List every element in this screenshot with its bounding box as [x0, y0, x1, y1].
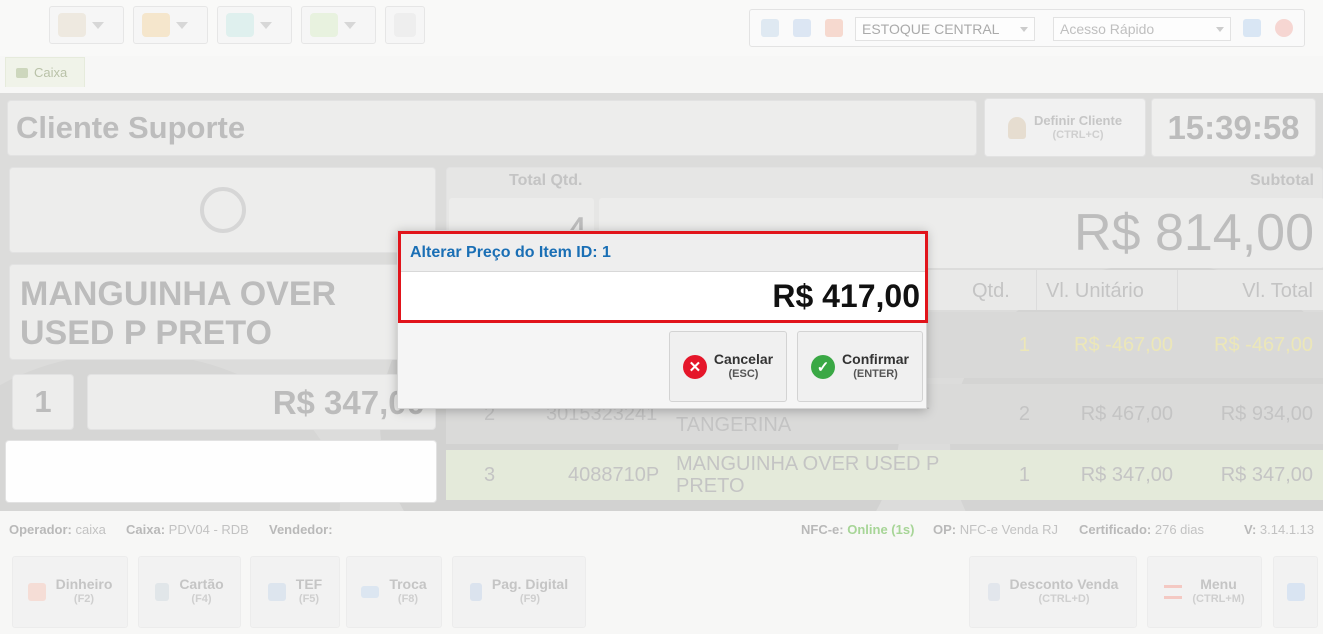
chevron-down-icon [176, 21, 188, 29]
tab-caixa[interactable]: Caixa [5, 57, 85, 87]
swap-arrows-icon [361, 586, 380, 598]
card-machine-icon [155, 583, 170, 601]
money-icon [27, 583, 46, 601]
chevron-down-icon [92, 21, 104, 29]
user-icon[interactable] [761, 19, 779, 37]
exchange-button[interactable]: Troca (F8) [346, 556, 442, 628]
nfce-status: Online (1s) [847, 521, 915, 537]
clock: 15:39:58 [1167, 108, 1300, 146]
presentation-icon [394, 13, 416, 37]
chevron-down-icon [1216, 26, 1224, 32]
check-icon: ✓ [811, 354, 836, 379]
clock-panel: 15:39:58 [1151, 98, 1316, 157]
digital-payment-button[interactable]: Pag. Digital (F9) [452, 556, 586, 628]
cart-icon [16, 67, 28, 78]
card-button[interactable]: Cartão (F4) [138, 556, 241, 628]
product-image-panel [9, 167, 436, 253]
finance-menu-button[interactable] [301, 6, 376, 44]
dialog-title: Alterar Preço do Item ID: 1 [401, 234, 925, 272]
table-row[interactable]: 3 4088710P MANGUINHA OVER USED P PRETO 1… [446, 450, 1323, 500]
hand-box-icon [310, 13, 338, 37]
info-icon[interactable] [1243, 19, 1261, 37]
cancel-button[interactable]: ✕ Cancelar (ESC) [669, 331, 787, 402]
change-price-dialog: Alterar Preço do Item ID: 1 R$ 417,00 ✕ … [397, 230, 928, 409]
cart-icon [226, 13, 254, 37]
box-icon [142, 13, 170, 37]
quick-access-select[interactable]: Acesso Rápido [1053, 17, 1231, 41]
product-info-box [5, 440, 437, 503]
subtotal: R$ 814,00 [1074, 204, 1314, 262]
customers-menu-button[interactable] [49, 6, 124, 44]
people-icon [58, 13, 86, 37]
client-name: Cliente Suporte [16, 110, 246, 145]
confirm-button[interactable]: ✓ Confirmar (ENTER) [797, 331, 923, 402]
client-name-panel: Cliente Suporte [7, 100, 977, 156]
close-icon: ✕ [682, 354, 707, 379]
discount-tag-icon [987, 583, 1000, 601]
alert-icon[interactable] [825, 19, 843, 37]
product-price-panel: R$ 347,00 [87, 374, 436, 430]
power-icon[interactable] [1275, 19, 1293, 37]
sales-menu-button[interactable] [217, 6, 292, 44]
product-qty-panel: 1 [12, 374, 74, 430]
person-icon [1007, 116, 1026, 139]
chevron-down-icon [260, 21, 272, 29]
hamburger-icon [1164, 585, 1183, 599]
quick-toolbar: ESTOQUE CENTRAL Acesso Rápido [749, 9, 1305, 47]
product-name: MANGUINHA OVER USED P PRETO [20, 275, 337, 352]
cash-button[interactable]: Dinheiro (F2) [12, 556, 128, 628]
digital-pay-icon [469, 583, 482, 601]
product-name-panel: MANGUINHA OVER USED P PRETO [9, 264, 436, 360]
tef-button[interactable]: TEF (F5) [250, 556, 340, 628]
chevron-down-icon [1020, 26, 1028, 32]
terminal-icon [267, 583, 286, 601]
price-input[interactable]: R$ 417,00 [401, 272, 925, 320]
reports-button[interactable] [385, 6, 425, 44]
product-qty: 1 [34, 384, 52, 419]
chat-icon[interactable] [793, 19, 811, 37]
no-image-icon [199, 187, 246, 233]
chat-button[interactable] [1273, 556, 1318, 628]
price-input-box: Alterar Preço do Item ID: 1 R$ 417,00 [398, 231, 928, 323]
stock-select[interactable]: ESTOQUE CENTRAL [855, 17, 1035, 41]
sale-discount-button[interactable]: Desconto Venda (CTRL+D) [969, 556, 1137, 628]
status-bar: Operador: caixa Caixa: PDV04 - RDB Vende… [9, 521, 1315, 537]
chevron-down-icon [344, 21, 356, 29]
products-menu-button[interactable] [133, 6, 208, 44]
chat-bubble-icon [1286, 583, 1305, 601]
define-client-button[interactable]: Definir Cliente (CTRL+C) [984, 98, 1146, 157]
menu-button[interactable]: Menu (CTRL+M) [1147, 556, 1262, 628]
